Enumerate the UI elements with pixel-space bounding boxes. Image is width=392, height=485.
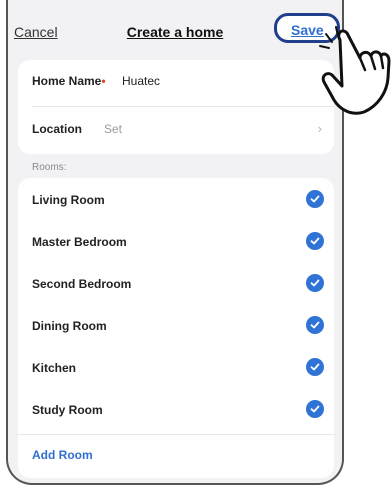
location-row[interactable]: Location Set › <box>18 108 334 150</box>
add-room-button[interactable]: Add Room <box>32 448 93 462</box>
room-label: Kitchen <box>32 361 77 375</box>
check-circle-icon[interactable] <box>306 274 324 292</box>
home-name-row[interactable]: Home Name• Huatec <box>18 60 334 102</box>
check-circle-icon[interactable] <box>306 190 324 208</box>
room-label: Dining Room <box>32 319 107 333</box>
home-details-card: Home Name• Huatec Location Set › <box>18 60 334 154</box>
check-circle-icon[interactable] <box>306 232 324 250</box>
divider <box>18 434 334 435</box>
room-row-dining-room[interactable]: Dining Room <box>18 304 334 346</box>
room-label: Master Bedroom <box>32 235 127 249</box>
room-row-master-bedroom[interactable]: Master Bedroom <box>18 220 334 262</box>
room-label: Living Room <box>32 193 105 207</box>
check-circle-icon[interactable] <box>306 400 324 418</box>
check-circle-icon[interactable] <box>306 316 324 334</box>
room-label: Second Bedroom <box>32 277 132 291</box>
room-row-second-bedroom[interactable]: Second Bedroom <box>18 262 334 304</box>
room-row-study-room[interactable]: Study Room <box>18 388 334 430</box>
location-placeholder: Set <box>104 122 123 136</box>
room-label: Study Room <box>32 403 103 417</box>
pointing-hand-icon <box>319 26 391 115</box>
phone-screen: Cancel Create a home Home Name• Huatec L… <box>6 0 344 485</box>
required-marker: • <box>101 74 106 88</box>
rooms-section-label: Rooms: <box>32 162 67 173</box>
location-label: Location <box>32 122 82 136</box>
check-circle-icon[interactable] <box>306 358 324 376</box>
room-row-living-room[interactable]: Living Room <box>18 178 334 220</box>
home-name-label: Home Name• <box>32 74 106 88</box>
chevron-right-icon: › <box>317 121 322 136</box>
divider <box>32 106 334 107</box>
room-row-kitchen[interactable]: Kitchen <box>18 346 334 388</box>
rooms-card: Living Room Master Bedroom Second Bedroo… <box>18 178 334 478</box>
home-name-field[interactable]: Huatec <box>122 74 160 88</box>
